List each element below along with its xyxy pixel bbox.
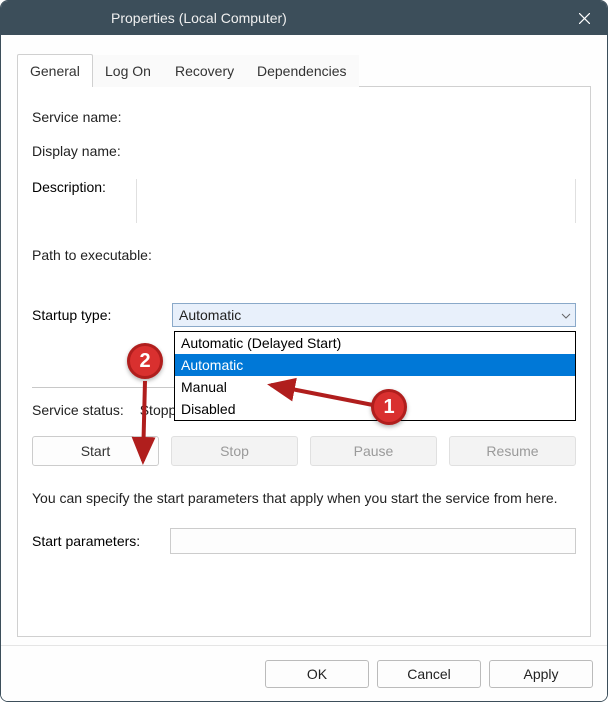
- startup-type-selected: Automatic: [179, 307, 241, 323]
- close-icon: [579, 13, 590, 24]
- stop-button[interactable]: Stop: [171, 436, 298, 466]
- dropdown-option-manual[interactable]: Manual: [175, 376, 575, 398]
- startup-type-row: Startup type: Automatic: [32, 303, 576, 327]
- path-label: Path to executable:: [32, 247, 152, 263]
- description-label: Description:: [32, 179, 106, 195]
- start-parameters-input[interactable]: [170, 528, 576, 554]
- chevron-down-icon: [561, 308, 571, 324]
- startup-type-combo[interactable]: Automatic: [172, 303, 576, 327]
- startup-type-label: Startup type:: [32, 307, 172, 323]
- service-name-row: Service name:: [32, 109, 576, 125]
- client-area: General Log On Recovery Dependencies Ser…: [1, 35, 607, 701]
- general-page: Service name: Display name: Description:…: [17, 87, 591, 637]
- resume-button[interactable]: Resume: [449, 436, 576, 466]
- tabstrip: General Log On Recovery Dependencies: [17, 55, 591, 87]
- description-box: [136, 179, 576, 223]
- service-status-label: Service status:: [32, 402, 124, 418]
- close-button[interactable]: [561, 1, 607, 35]
- properties-dialog: Properties (Local Computer) General Log …: [0, 0, 608, 702]
- description-row: Description:: [32, 179, 576, 223]
- start-parameters-row: Start parameters:: [32, 528, 576, 554]
- cancel-button[interactable]: Cancel: [377, 660, 481, 688]
- window-title: Properties (Local Computer): [111, 10, 287, 26]
- display-name-row: Display name:: [32, 143, 576, 159]
- startup-type-dropdown: Automatic (Delayed Start) Automatic Manu…: [174, 331, 576, 421]
- dropdown-option-disabled[interactable]: Disabled: [175, 398, 575, 420]
- hint-text: You can specify the start parameters tha…: [32, 488, 576, 508]
- dialog-footer: OK Cancel Apply: [1, 645, 607, 701]
- pause-button[interactable]: Pause: [310, 436, 437, 466]
- tab-log-on[interactable]: Log On: [93, 55, 163, 87]
- start-parameters-label: Start parameters:: [32, 533, 140, 549]
- apply-button[interactable]: Apply: [489, 660, 593, 688]
- titlebar: Properties (Local Computer): [1, 1, 607, 35]
- tab-general[interactable]: General: [17, 54, 93, 88]
- start-button[interactable]: Start: [32, 436, 159, 466]
- dropdown-option-automatic[interactable]: Automatic: [175, 354, 575, 376]
- display-name-label: Display name:: [32, 143, 121, 159]
- tab-recovery[interactable]: Recovery: [163, 55, 246, 87]
- service-control-buttons: Start Stop Pause Resume: [32, 436, 576, 466]
- tab-dependencies[interactable]: Dependencies: [245, 55, 359, 87]
- service-name-label: Service name:: [32, 109, 121, 125]
- dropdown-option-automatic-delayed[interactable]: Automatic (Delayed Start): [175, 332, 575, 354]
- path-row: Path to executable:: [32, 247, 576, 263]
- ok-button[interactable]: OK: [265, 660, 369, 688]
